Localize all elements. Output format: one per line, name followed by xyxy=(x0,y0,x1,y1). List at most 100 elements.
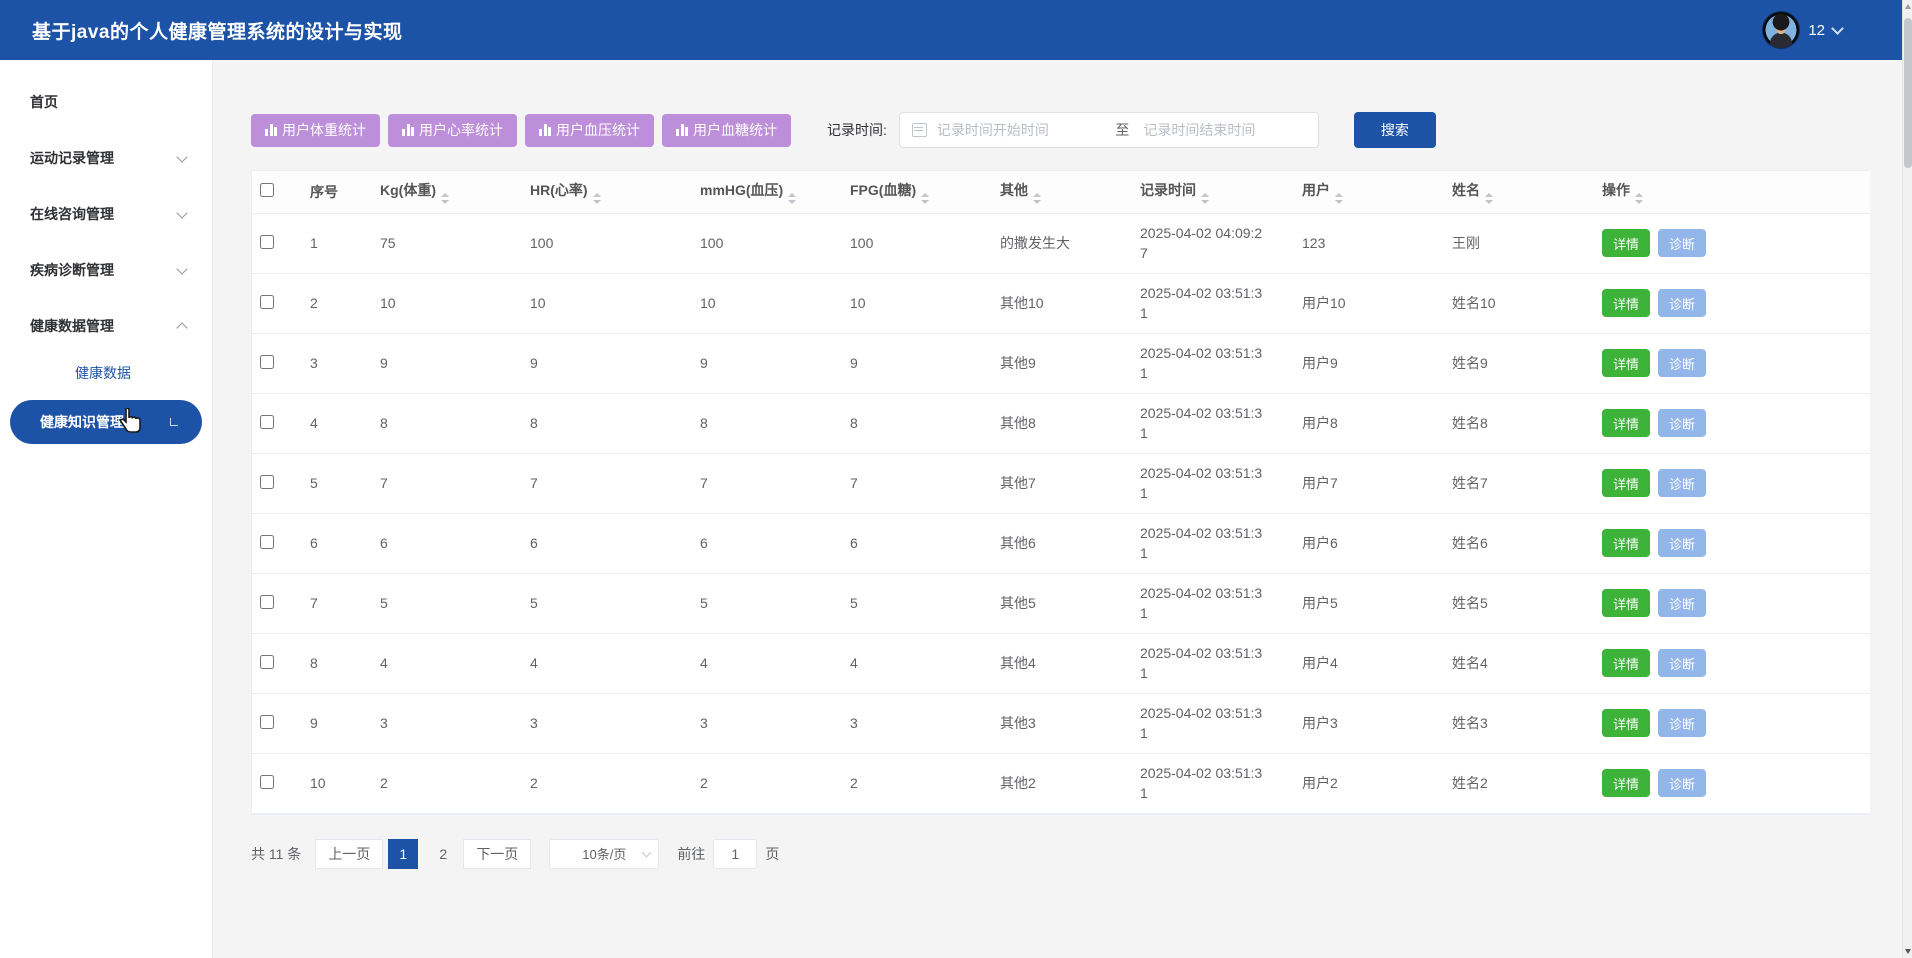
bar-chart-icon xyxy=(265,124,277,136)
user-avatar[interactable] xyxy=(1762,11,1800,49)
col-index: 序号 xyxy=(302,171,372,213)
detail-button[interactable]: 详情 xyxy=(1602,649,1650,677)
select-all-checkbox[interactable] xyxy=(260,183,274,197)
col-user[interactable]: 用户 xyxy=(1294,171,1444,213)
cell-weight: 9 xyxy=(372,333,522,393)
sidebar-item-label: 健康知识管理 xyxy=(40,412,124,432)
detail-button[interactable]: 详情 xyxy=(1602,709,1650,737)
date-range-picker[interactable]: 至 xyxy=(899,112,1319,148)
cell-blood_pressure: 10 xyxy=(692,273,842,333)
row-checkbox[interactable] xyxy=(260,415,274,429)
col-blood-sugar[interactable]: FPG(血糖) xyxy=(842,171,992,213)
row-checkbox[interactable] xyxy=(260,295,274,309)
total-count: 共 11 条 xyxy=(251,844,301,864)
diagnose-button[interactable]: 诊断 xyxy=(1658,649,1706,677)
cell-other: 其他7 xyxy=(992,453,1132,513)
diagnose-button[interactable]: 诊断 xyxy=(1658,349,1706,377)
detail-button[interactable]: 详情 xyxy=(1602,769,1650,797)
page-2-button[interactable]: 2 xyxy=(428,839,458,869)
user-menu[interactable]: 12 xyxy=(1762,11,1842,49)
user-blood-pressure-stats-button[interactable]: 用户血压统计 xyxy=(525,114,654,147)
sidebar-item-disease-diagnosis[interactable]: 疾病诊断管理 xyxy=(0,242,212,298)
sidebar-item-home[interactable]: 首页 xyxy=(0,74,212,130)
diagnose-button[interactable]: 诊断 xyxy=(1658,229,1706,257)
cell-name: 姓名8 xyxy=(1444,393,1594,453)
user-heart-rate-stats-button[interactable]: 用户心率统计 xyxy=(388,114,517,147)
date-start-input[interactable] xyxy=(937,122,1102,138)
sidebar-subitem-health-data[interactable]: 健康数据 xyxy=(0,354,212,392)
cell-name: 王刚 xyxy=(1444,213,1594,273)
cell-blood_sugar: 3 xyxy=(842,693,992,753)
col-other[interactable]: 其他 xyxy=(992,171,1132,213)
scroll-up-arrow-icon[interactable] xyxy=(1905,4,1911,9)
user-blood-sugar-stats-button[interactable]: 用户血糖统计 xyxy=(662,114,791,147)
row-checkbox[interactable] xyxy=(260,775,274,789)
page-size-select[interactable]: 10条/页 xyxy=(549,839,659,869)
sidebar-item-online-consult[interactable]: 在线咨询管理 xyxy=(0,186,212,242)
diagnose-button[interactable]: 诊断 xyxy=(1658,469,1706,497)
sort-icon[interactable] xyxy=(441,193,449,204)
sidebar-item-health-knowledge[interactable]: 健康知识管理 xyxy=(10,400,202,444)
sidebar-item-sport-records[interactable]: 运动记录管理 xyxy=(0,130,212,186)
sort-icon[interactable] xyxy=(788,193,796,204)
cell-index: 8 xyxy=(302,633,372,693)
cell-index: 10 xyxy=(302,753,372,813)
sidebar-item-label: 健康数据管理 xyxy=(30,316,114,336)
col-heart-rate[interactable]: HR(心率) xyxy=(522,171,692,213)
sort-icon[interactable] xyxy=(921,193,929,204)
sort-icon[interactable] xyxy=(1201,193,1209,204)
next-page-button[interactable]: 下一页 xyxy=(463,839,531,869)
diagnose-button[interactable]: 诊断 xyxy=(1658,289,1706,317)
search-button[interactable]: 搜索 xyxy=(1354,112,1436,148)
row-checkbox[interactable] xyxy=(260,655,274,669)
detail-button[interactable]: 详情 xyxy=(1602,469,1650,497)
detail-button[interactable]: 详情 xyxy=(1602,349,1650,377)
diagnose-button[interactable]: 诊断 xyxy=(1658,409,1706,437)
col-weight[interactable]: Kg(体重) xyxy=(372,171,522,213)
sidebar-item-label: 运动记录管理 xyxy=(30,148,114,168)
row-checkbox[interactable] xyxy=(260,595,274,609)
page-1-button[interactable]: 1 xyxy=(388,839,418,869)
prev-page-button[interactable]: 上一页 xyxy=(315,839,383,869)
diagnose-button[interactable]: 诊断 xyxy=(1658,769,1706,797)
row-checkbox[interactable] xyxy=(260,715,274,729)
detail-button[interactable]: 详情 xyxy=(1602,229,1650,257)
vertical-scrollbar[interactable] xyxy=(1902,0,1912,958)
cell-weight: 7 xyxy=(372,453,522,513)
cell-weight: 3 xyxy=(372,693,522,753)
sort-icon[interactable] xyxy=(1635,193,1643,204)
cell-other: 其他10 xyxy=(992,273,1132,333)
detail-button[interactable]: 详情 xyxy=(1602,529,1650,557)
bar-chart-icon xyxy=(539,124,551,136)
col-name[interactable]: 姓名 xyxy=(1444,171,1594,213)
user-weight-stats-button[interactable]: 用户体重统计 xyxy=(251,114,380,147)
scrollbar-thumb[interactable] xyxy=(1904,18,1912,168)
sort-icon[interactable] xyxy=(1485,193,1493,204)
goto-label: 前往 xyxy=(677,844,705,864)
col-actions[interactable]: 操作 xyxy=(1594,171,1870,213)
sort-icon[interactable] xyxy=(593,193,601,204)
sidebar-subitem-label: 健康数据 xyxy=(75,363,131,383)
sort-icon[interactable] xyxy=(1033,193,1041,204)
diagnose-button[interactable]: 诊断 xyxy=(1658,529,1706,557)
sidebar-item-health-data-mgmt[interactable]: 健康数据管理 xyxy=(0,298,212,354)
row-checkbox[interactable] xyxy=(260,535,274,549)
cell-name: 姓名3 xyxy=(1444,693,1594,753)
goto-page-input[interactable] xyxy=(713,839,757,869)
table-body: 175100100100的撒发生大2025-04-02 04:09:27123王… xyxy=(252,213,1870,813)
col-blood-pressure[interactable]: mmHG(血压) xyxy=(692,171,842,213)
row-checkbox[interactable] xyxy=(260,475,274,489)
scroll-down-arrow-icon[interactable] xyxy=(1905,949,1911,954)
sort-icon[interactable] xyxy=(1335,193,1343,204)
diagnose-button[interactable]: 诊断 xyxy=(1658,709,1706,737)
col-record-time[interactable]: 记录时间 xyxy=(1132,171,1294,213)
date-end-input[interactable] xyxy=(1143,122,1308,138)
cell-blood_pressure: 2 xyxy=(692,753,842,813)
cell-index: 1 xyxy=(302,213,372,273)
detail-button[interactable]: 详情 xyxy=(1602,289,1650,317)
diagnose-button[interactable]: 诊断 xyxy=(1658,589,1706,617)
detail-button[interactable]: 详情 xyxy=(1602,589,1650,617)
detail-button[interactable]: 详情 xyxy=(1602,409,1650,437)
row-checkbox[interactable] xyxy=(260,235,274,249)
row-checkbox[interactable] xyxy=(260,355,274,369)
